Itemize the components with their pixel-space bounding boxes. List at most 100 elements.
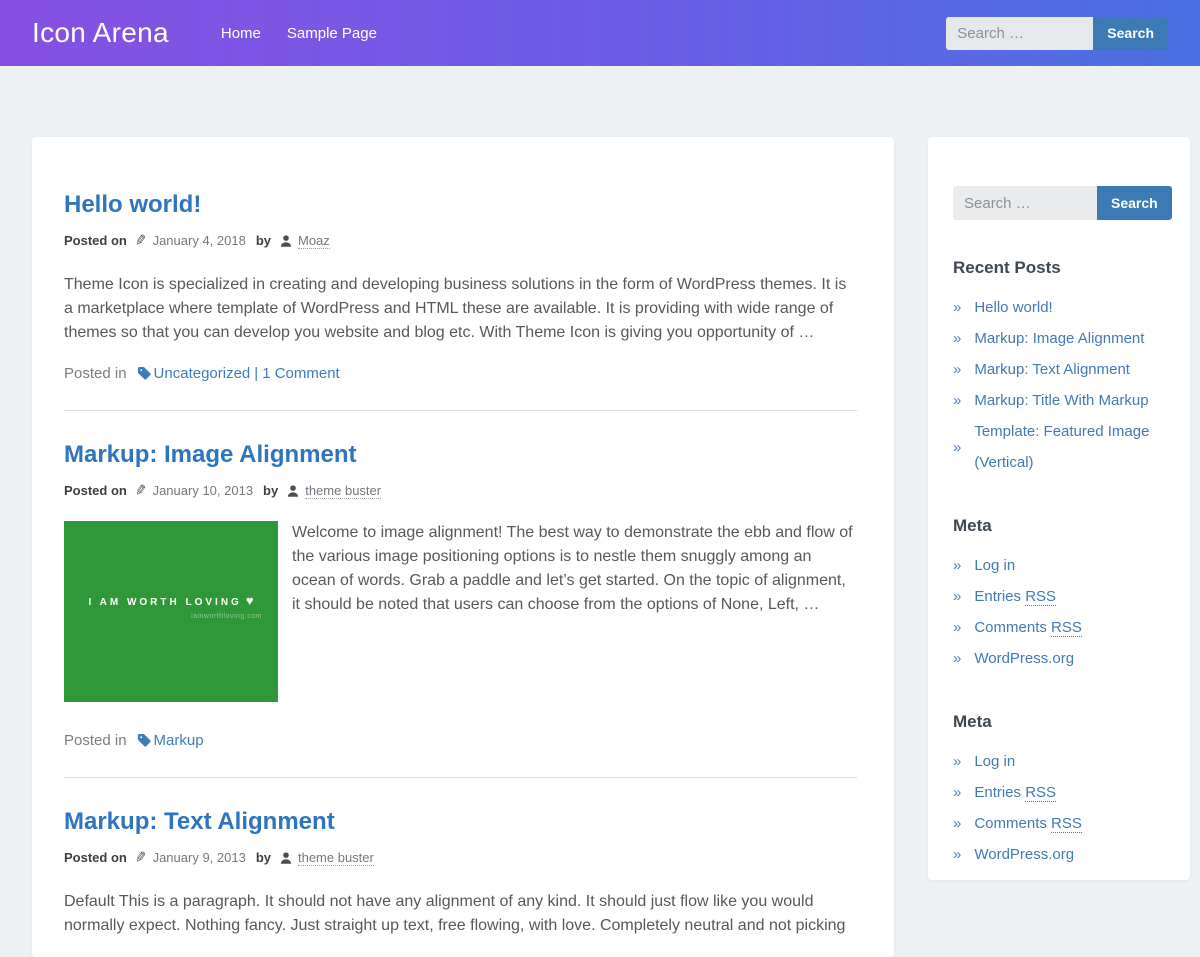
recent-post-link[interactable]: Markup: Title With Markup bbox=[974, 385, 1148, 416]
category-link[interactable]: Markup bbox=[154, 732, 204, 749]
featured-image-watermark: iamworthloving.com bbox=[64, 613, 262, 620]
sidebar-search-input[interactable] bbox=[953, 186, 1097, 220]
meta-list: » Log in » Entries RSS » Comments RSS » Word… bbox=[953, 550, 1165, 674]
by-label: by bbox=[256, 850, 271, 865]
meta-list: » Log in » Entries RSS » Comments RSS » Word… bbox=[953, 746, 1165, 870]
sidebar-search-button[interactable]: Search bbox=[1097, 186, 1172, 220]
post-author-link[interactable]: theme buster bbox=[305, 483, 381, 499]
site-header: Icon Arena Home Sample Page Search bbox=[0, 0, 1200, 66]
chevron-right-icon: » bbox=[953, 839, 961, 870]
post-title[interactable]: Markup: Image Alignment bbox=[64, 441, 857, 469]
nav-item-sample-page[interactable]: Sample Page bbox=[287, 25, 377, 42]
chevron-right-icon: » bbox=[953, 746, 961, 777]
post-meta: Posted on ✎ January 4, 2018 by Moaz bbox=[64, 232, 857, 249]
list-item: » WordPress.org bbox=[953, 839, 1165, 870]
post-excerpt: Default This is a paragraph. It should n… bbox=[64, 890, 857, 938]
post-title[interactable]: Hello world! bbox=[64, 191, 857, 219]
tag-icon bbox=[137, 733, 152, 748]
widget-title-meta: Meta bbox=[953, 516, 1165, 536]
list-item: » WordPress.org bbox=[953, 643, 1165, 674]
recent-post-link[interactable]: Markup: Text Alignment bbox=[974, 354, 1130, 385]
post-footer: Posted in Markup bbox=[64, 732, 857, 749]
list-item: » Hello world! bbox=[953, 292, 1165, 323]
list-item: » Comments RSS bbox=[953, 612, 1165, 643]
category-link[interactable]: Uncategorized bbox=[154, 365, 251, 382]
widget-title-meta: Meta bbox=[953, 712, 1165, 732]
chevron-right-icon: » bbox=[953, 385, 961, 416]
list-item: » Comments RSS bbox=[953, 808, 1165, 839]
post-image-alignment: Markup: Image Alignment Posted on ✎ Janu… bbox=[64, 441, 857, 749]
post-excerpt: Welcome to image alignment! The best way… bbox=[292, 521, 857, 617]
posted-on-label: Posted on bbox=[64, 233, 127, 248]
chevron-right-icon: » bbox=[953, 432, 961, 463]
sidebar: Search Recent Posts » Hello world! » Marku… bbox=[928, 137, 1190, 880]
list-item: » Markup: Image Alignment bbox=[953, 323, 1165, 354]
chevron-right-icon: » bbox=[953, 612, 961, 643]
chevron-right-icon: » bbox=[953, 292, 961, 323]
list-item: » Entries RSS bbox=[953, 581, 1165, 612]
comments-link[interactable]: 1 Comment bbox=[262, 365, 340, 382]
recent-post-link[interactable]: Hello world! bbox=[974, 292, 1052, 323]
header-search-button[interactable]: Search bbox=[1093, 17, 1168, 50]
by-label: by bbox=[263, 483, 278, 498]
chevron-right-icon: » bbox=[953, 550, 961, 581]
post-title[interactable]: Markup: Text Alignment bbox=[64, 808, 857, 836]
list-item: » Log in bbox=[953, 746, 1165, 777]
main-content-card: Hello world! Posted on ✎ January 4, 2018… bbox=[32, 137, 894, 957]
post-excerpt: Theme Icon is specialized in creating an… bbox=[64, 273, 857, 345]
meta-link-log-in[interactable]: Log in bbox=[974, 550, 1015, 581]
separator: | bbox=[254, 365, 258, 382]
post-divider bbox=[64, 410, 857, 411]
nav-item-home[interactable]: Home bbox=[221, 25, 261, 42]
post-hello-world: Hello world! Posted on ✎ January 4, 2018… bbox=[64, 191, 857, 382]
heart-icon: ♥ bbox=[246, 593, 254, 608]
post-meta: Posted on ✎ January 9, 2013 by theme bus… bbox=[64, 849, 857, 866]
posted-on-label: Posted on bbox=[64, 483, 127, 498]
tag-icon bbox=[137, 366, 152, 381]
featured-image-caption: I AM WORTH LOVING bbox=[88, 597, 241, 608]
posted-on-label: Posted on bbox=[64, 850, 127, 865]
chevron-right-icon: » bbox=[953, 581, 961, 612]
post-date-link[interactable]: January 4, 2018 bbox=[153, 233, 246, 248]
widget-title-recent-posts: Recent Posts bbox=[953, 258, 1165, 278]
post-author-link[interactable]: theme buster bbox=[298, 850, 374, 866]
featured-image[interactable]: I AM WORTH LOVING ♥ iamworthloving.com bbox=[64, 521, 278, 702]
meta-link-entries-rss[interactable]: Entries RSS bbox=[974, 777, 1056, 808]
person-icon bbox=[286, 484, 300, 498]
by-label: by bbox=[256, 233, 271, 248]
post-author-link[interactable]: Moaz bbox=[298, 233, 330, 249]
chevron-right-icon: » bbox=[953, 808, 961, 839]
pencil-icon: ✎ bbox=[133, 848, 148, 867]
post-date-link[interactable]: January 10, 2013 bbox=[153, 483, 253, 498]
header-search-input[interactable] bbox=[946, 17, 1093, 50]
chevron-right-icon: » bbox=[953, 643, 961, 674]
meta-link-log-in[interactable]: Log in bbox=[974, 746, 1015, 777]
post-meta: Posted on ✎ January 10, 2013 by theme bu… bbox=[64, 482, 857, 499]
meta-link-wordpress-org[interactable]: WordPress.org bbox=[974, 839, 1074, 870]
meta-link-comments-rss[interactable]: Comments RSS bbox=[974, 808, 1082, 839]
list-item: » Markup: Title With Markup bbox=[953, 385, 1165, 416]
post-divider bbox=[64, 777, 857, 778]
meta-link-comments-rss[interactable]: Comments RSS bbox=[974, 612, 1082, 643]
pencil-icon: ✎ bbox=[133, 231, 148, 250]
main-nav: Home Sample Page bbox=[195, 25, 377, 42]
chevron-right-icon: » bbox=[953, 354, 961, 385]
recent-posts-list: » Hello world! » Markup: Image Alignment »… bbox=[953, 292, 1165, 478]
list-item: » Markup: Text Alignment bbox=[953, 354, 1165, 385]
recent-post-link[interactable]: Markup: Image Alignment bbox=[974, 323, 1144, 354]
header-search-form: Search bbox=[946, 17, 1168, 50]
recent-post-link[interactable]: Template: Featured Image (Vertical) bbox=[974, 416, 1165, 478]
sidebar-search-form: Search bbox=[953, 186, 1165, 220]
post-body: I AM WORTH LOVING ♥ iamworthloving.com We… bbox=[64, 521, 857, 712]
meta-link-wordpress-org[interactable]: WordPress.org bbox=[974, 643, 1074, 674]
site-title[interactable]: Icon Arena bbox=[32, 17, 169, 49]
chevron-right-icon: » bbox=[953, 323, 961, 354]
pencil-icon: ✎ bbox=[133, 481, 148, 500]
posted-in-label: Posted in bbox=[64, 732, 127, 749]
post-footer: Posted in Uncategorized | 1 Comment bbox=[64, 365, 857, 382]
post-text-alignment: Markup: Text Alignment Posted on ✎ Janua… bbox=[64, 808, 857, 938]
person-icon bbox=[279, 851, 293, 865]
person-icon bbox=[279, 234, 293, 248]
meta-link-entries-rss[interactable]: Entries RSS bbox=[974, 581, 1056, 612]
post-date-link[interactable]: January 9, 2013 bbox=[153, 850, 246, 865]
